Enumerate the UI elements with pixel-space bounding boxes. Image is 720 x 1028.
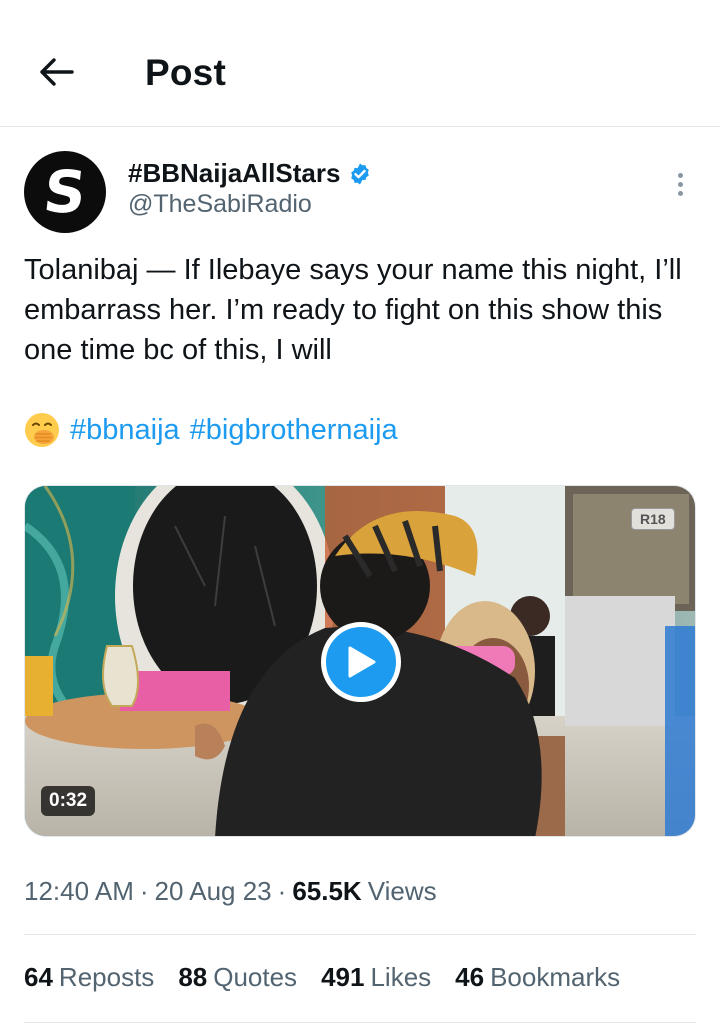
play-icon xyxy=(348,646,376,678)
likes-count: 491 xyxy=(321,962,365,992)
views-count: 65.5K xyxy=(292,876,362,906)
reposts-stat[interactable]: 64 Reposts xyxy=(24,962,154,993)
bookmarks-count: 46 xyxy=(455,962,485,992)
bookmarks-label: Bookmarks xyxy=(490,962,621,992)
more-dot-icon xyxy=(677,190,683,196)
top-bar: Post xyxy=(0,0,720,127)
views-label: Views xyxy=(367,876,437,906)
bookmarks-stat[interactable]: 46 Bookmarks xyxy=(455,962,620,993)
author-name-link[interactable]: #BBNaijaAllStars xyxy=(128,158,372,189)
tweet-metadata: 12:40 AM · 20 Aug 23 · 65.5K Views xyxy=(24,876,437,907)
more-dot-icon xyxy=(677,172,683,178)
page-title: Post xyxy=(145,52,226,93)
avatar[interactable]: S xyxy=(24,151,106,233)
verified-badge-icon xyxy=(351,163,370,184)
separator-dot: · xyxy=(277,876,287,906)
post-date[interactable]: 20 Aug 23 xyxy=(155,876,272,907)
author-display-name: #BBNaijaAllStars xyxy=(128,158,341,188)
divider xyxy=(24,1022,696,1023)
hashtag-link[interactable]: #bbnaija xyxy=(70,410,180,450)
avatar-letter: S xyxy=(40,158,90,226)
divider xyxy=(24,934,696,935)
post-time[interactable]: 12:40 AM xyxy=(24,876,134,907)
separator-dot: · xyxy=(139,876,149,906)
back-button[interactable] xyxy=(34,52,78,92)
video-player[interactable]: R18 0:32 xyxy=(24,485,696,837)
content-rating-badge: R18 xyxy=(631,508,675,530)
engagement-stats: 64 Reposts 88 Quotes 491 Likes 46 Bookmarks xyxy=(24,962,620,993)
likes-label: Likes xyxy=(370,962,432,992)
arrow-left-icon xyxy=(40,58,74,86)
hashtag-link[interactable]: #bigbrothernaija xyxy=(190,410,398,450)
hashtag-row: #bbnaija #bigbrothernaija xyxy=(24,410,398,450)
quotes-stat[interactable]: 88 Quotes xyxy=(178,962,297,993)
more-dot-icon xyxy=(677,181,683,187)
likes-stat[interactable]: 491 Likes xyxy=(321,962,431,993)
author-handle[interactable]: @TheSabiRadio xyxy=(128,190,312,219)
quotes-label: Quotes xyxy=(213,962,298,992)
reposts-count: 64 xyxy=(24,962,53,992)
reposts-label: Reposts xyxy=(58,962,155,992)
video-duration: 0:32 xyxy=(41,786,96,816)
tweet-text: Tolanibaj — If Ilebaye says your name th… xyxy=(24,254,682,366)
more-options-button[interactable] xyxy=(664,166,696,202)
quotes-count: 88 xyxy=(178,962,208,992)
hand-over-mouth-emoji-icon xyxy=(25,413,59,447)
play-button[interactable] xyxy=(321,622,401,702)
